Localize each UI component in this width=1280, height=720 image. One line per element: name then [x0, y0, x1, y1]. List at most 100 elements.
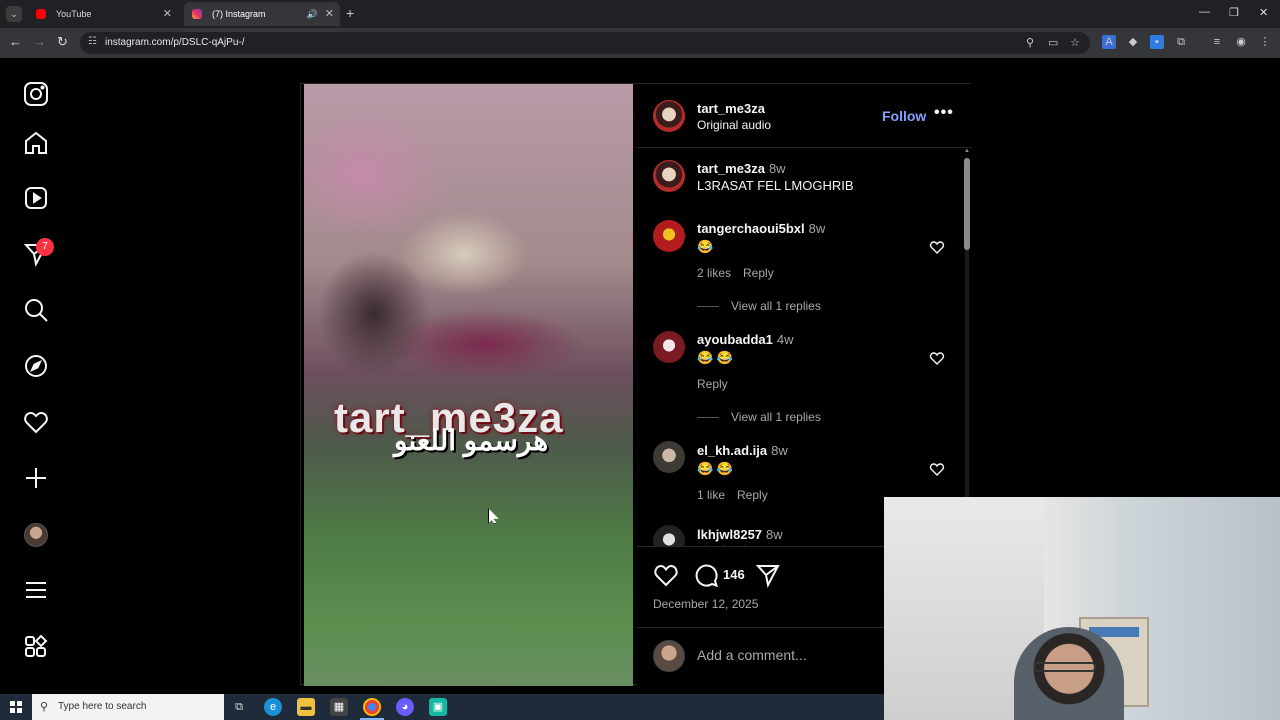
- create-plus-icon[interactable]: [22, 464, 50, 492]
- microsoft-store-icon[interactable]: ▦: [330, 698, 348, 716]
- scroll-up-arrow-icon[interactable]: ▲: [964, 148, 970, 154]
- instagram-favicon-icon: [192, 9, 202, 19]
- explore-compass-icon[interactable]: [22, 352, 50, 380]
- search-icon[interactable]: [22, 296, 50, 324]
- restore-icon[interactable]: ❐: [1229, 6, 1239, 19]
- browser-tab-bar: ⌄ YouTube ✕ (7) Instagram 🔊 ✕ + — ❐ ✕: [0, 0, 1280, 28]
- forward-icon[interactable]: →: [33, 34, 46, 49]
- back-icon[interactable]: ←: [9, 34, 22, 49]
- close-tab-icon[interactable]: ✕: [163, 2, 172, 26]
- reload-icon[interactable]: ↻: [57, 34, 68, 50]
- profile-avatar[interactable]: [24, 523, 48, 547]
- comment-user[interactable]: el_kh.ad.ija: [697, 443, 767, 458]
- instagram-sidebar: 7: [0, 58, 72, 694]
- home-icon[interactable]: [22, 129, 50, 157]
- view-replies-label: View all 1 replies: [731, 410, 821, 424]
- comment-user[interactable]: ayoubadda1: [697, 332, 773, 347]
- view-replies-button[interactable]: View all 1 replies: [697, 299, 821, 313]
- caption-username[interactable]: tart_me3za 8w: [697, 161, 786, 176]
- speaker-icon[interactable]: 🔊: [307, 2, 318, 26]
- taskbar-search-placeholder: Type here to search: [58, 701, 147, 712]
- post-video[interactable]: tart_me3za هرسمو اللعنو: [304, 84, 633, 686]
- post-date[interactable]: December 12, 2025: [653, 597, 758, 611]
- chrome-icon[interactable]: [363, 698, 381, 716]
- comment-user[interactable]: lkhjwl8257: [697, 527, 762, 542]
- comment-user[interactable]: tangerchaoui5bxl: [697, 221, 805, 236]
- zoom-icon[interactable]: ⚲: [1026, 36, 1034, 49]
- windows-taskbar: ⚲ Type here to search ⧉ e ▬ ▦ ◕ ▣: [0, 694, 884, 720]
- address-bar-row: ← → ↻ ☷ instagram.com/p/DSLC-qAjPu-/ ⚲ ▭…: [0, 28, 1280, 58]
- comment-time: 8w: [771, 443, 788, 458]
- file-explorer-icon[interactable]: ▬: [297, 698, 315, 716]
- comment-username[interactable]: tangerchaoui5bxl 8w: [697, 221, 825, 236]
- replies-line: [697, 306, 719, 308]
- caption-user[interactable]: tart_me3za: [697, 161, 765, 176]
- caption-time: 8w: [768, 161, 786, 176]
- comment-avatar[interactable]: [653, 441, 685, 473]
- comment-avatar[interactable]: [653, 331, 685, 363]
- task-view-icon[interactable]: ⧉: [230, 698, 248, 716]
- comments-scrollbar[interactable]: ▲: [963, 148, 971, 546]
- comment-likes[interactable]: 2 likes: [697, 266, 731, 280]
- scrollbar-thumb[interactable]: [964, 158, 970, 250]
- more-options-icon[interactable]: •••: [934, 104, 954, 122]
- windows-start-icon[interactable]: [10, 701, 22, 713]
- extension-blue-icon[interactable]: ▪: [1150, 35, 1164, 49]
- taskbar-search[interactable]: ⚲ Type here to search: [32, 694, 224, 720]
- site-info-icon[interactable]: ☷: [88, 36, 97, 47]
- comment-avatar[interactable]: [653, 220, 685, 252]
- instagram-logo-icon[interactable]: [22, 80, 50, 108]
- view-replies-button[interactable]: View all 1 replies: [697, 410, 821, 424]
- comment-likes[interactable]: 1 like: [697, 488, 725, 502]
- close-tab-icon[interactable]: ✕: [325, 2, 334, 26]
- comment-username[interactable]: ayoubadda1 4w: [697, 332, 793, 347]
- cast-icon[interactable]: ▭: [1048, 36, 1058, 49]
- caption-avatar[interactable]: [653, 160, 685, 192]
- comment-text: 😂: [697, 239, 714, 254]
- comment-avatar[interactable]: [653, 525, 685, 546]
- reels-icon[interactable]: [22, 184, 50, 212]
- tab-search-button[interactable]: ⌄: [6, 6, 22, 22]
- comment-like-heart-icon[interactable]: [929, 461, 945, 477]
- reply-button[interactable]: Reply: [737, 488, 768, 502]
- comment-text: 😂 😂: [697, 350, 733, 365]
- like-heart-icon[interactable]: [653, 562, 679, 588]
- add-comment-input[interactable]: Add a comment...: [697, 647, 807, 663]
- edge-browser-icon[interactable]: e: [264, 698, 282, 716]
- comment-bubble-icon[interactable]: [693, 562, 719, 588]
- reply-button[interactable]: Reply: [743, 266, 774, 280]
- browser-menu-icon[interactable]: ⋮: [1258, 35, 1272, 49]
- profile-icon[interactable]: ◉: [1234, 35, 1248, 49]
- url-field[interactable]: ☷ instagram.com/p/DSLC-qAjPu-/ ⚲ ▭ ☆: [80, 32, 1090, 54]
- tab-youtube[interactable]: YouTube ✕: [28, 2, 178, 26]
- extension-diamond-icon[interactable]: ◆: [1126, 35, 1140, 49]
- also-from-meta-icon[interactable]: [22, 633, 50, 661]
- url-text: instagram.com/p/DSLC-qAjPu-/: [105, 37, 245, 48]
- extensions-puzzle-icon[interactable]: ⧉: [1174, 35, 1188, 49]
- author-avatar[interactable]: [653, 100, 685, 132]
- comment-username[interactable]: lkhjwl8257 8w: [697, 527, 783, 542]
- notifications-heart-icon[interactable]: [22, 408, 50, 436]
- audio-label[interactable]: Original audio: [697, 118, 771, 132]
- bookmark-star-icon[interactable]: ☆: [1070, 36, 1080, 49]
- notification-badge: 7: [36, 238, 54, 256]
- translate-extension-icon[interactable]: A: [1102, 35, 1116, 49]
- close-window-icon[interactable]: ✕: [1259, 6, 1268, 19]
- comments-list[interactable]: tart_me3za 8w L3RASAT FEL LMOGHRIB tanger…: [637, 148, 972, 546]
- app-icon[interactable]: ▣: [429, 698, 447, 716]
- comment-like-heart-icon[interactable]: [929, 239, 945, 255]
- author-username[interactable]: tart_me3za: [697, 101, 765, 116]
- comment-username[interactable]: el_kh.ad.ija 8w: [697, 443, 788, 458]
- replies-line: [697, 417, 719, 419]
- reply-button[interactable]: Reply: [697, 377, 728, 391]
- follow-button[interactable]: Follow: [882, 108, 926, 124]
- more-menu-icon[interactable]: [22, 576, 50, 604]
- tab-instagram[interactable]: (7) Instagram 🔊 ✕: [184, 2, 340, 26]
- reading-list-icon[interactable]: ≡: [1210, 35, 1224, 49]
- discord-like-app-icon[interactable]: ◕: [396, 698, 414, 716]
- new-tab-button[interactable]: +: [346, 5, 354, 21]
- minimize-icon[interactable]: —: [1199, 6, 1210, 18]
- share-send-icon[interactable]: [755, 562, 781, 588]
- comment-like-heart-icon[interactable]: [929, 350, 945, 366]
- comment-count: 146: [723, 567, 745, 582]
